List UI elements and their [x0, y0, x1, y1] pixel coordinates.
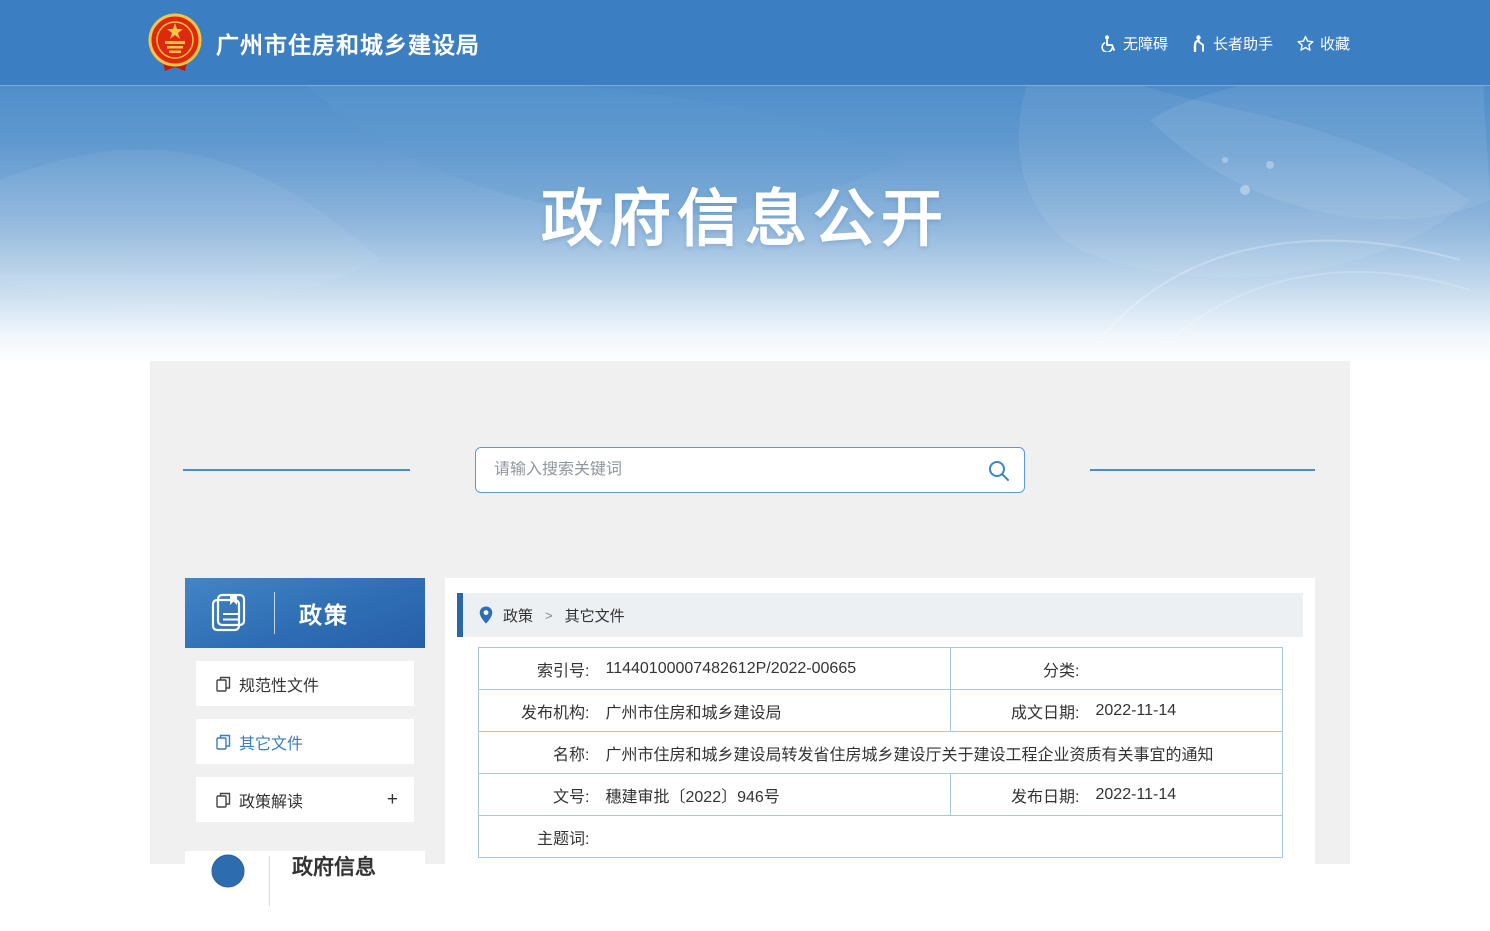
sidebar-policy-title: 政策: [299, 596, 349, 630]
sidebar-section-gov-info[interactable]: 政府信息: [185, 851, 425, 931]
search-left-divider: [183, 469, 410, 471]
accessibility-link[interactable]: 无障碍: [1100, 33, 1168, 54]
elder-person-icon: [1192, 35, 1207, 52]
publish-agency-label: 发布机构:: [479, 690, 596, 732]
elder-assist-label: 长者助手: [1213, 33, 1273, 54]
breadcrumb-root-link[interactable]: 政策: [503, 605, 533, 626]
breadcrumb: 政策 > 其它文件: [457, 593, 1303, 637]
table-row: 文号: 穗建审批〔2022〕946号 发布日期: 2022-11-14: [479, 774, 1283, 816]
doc-number-value: 穗建审批〔2022〕946号: [596, 774, 951, 816]
document-icon: [216, 734, 231, 750]
star-icon: [1297, 35, 1314, 52]
doc-name-value: 广州市住房和城乡建设局转发省住房城乡建设厅关于建设工程企业资质有关事宜的通知: [596, 732, 1283, 774]
gov-info-circle-icon: [211, 854, 245, 888]
publish-date-value: 2022-11-14: [1086, 774, 1283, 816]
top-bar: 广州市住房和城乡建设局 无障碍 长者助手: [0, 0, 1490, 86]
doc-number-label: 文号:: [479, 774, 596, 816]
table-row: 主题词:: [479, 816, 1283, 858]
subject-words-value: [596, 816, 1283, 858]
table-row: 发布机构: 广州市住房和城乡建设局 成文日期: 2022-11-14: [479, 690, 1283, 732]
search-input[interactable]: [494, 461, 987, 479]
national-emblem-logo: [148, 13, 202, 73]
index-number-label: 索引号:: [479, 648, 596, 690]
page-title: 政府信息公开: [0, 168, 1490, 258]
sidebar: 政策 规范性文件 其它文件 政策解读 +: [185, 578, 425, 931]
site-title: 广州市住房和城乡建设局: [216, 26, 480, 60]
content-panel: 政策 规范性文件 其它文件 政策解读 +: [150, 361, 1350, 864]
search-right-divider: [1090, 469, 1315, 471]
doc-name-label: 名称:: [479, 732, 596, 774]
sidebar-item-policy-interpretation[interactable]: 政策解读 +: [196, 777, 414, 822]
wheelchair-icon: [1100, 35, 1117, 52]
search-icon[interactable]: [987, 459, 1010, 482]
written-date-label: 成文日期:: [951, 690, 1086, 732]
location-pin-icon: [479, 606, 493, 624]
favorite-link[interactable]: 收藏: [1297, 33, 1350, 54]
expand-plus-icon[interactable]: +: [387, 789, 398, 811]
page-banner: 政府信息公开 广州市住房和城乡建设局: [0, 0, 1490, 361]
sidebar-item-label: 其它文件: [239, 730, 303, 754]
breadcrumb-current: 其它文件: [565, 605, 625, 626]
main-content: 政策 > 其它文件 索引号: 11440100007482612P/2022-0…: [445, 578, 1315, 878]
document-icon: [216, 792, 231, 808]
publish-date-label: 发布日期:: [951, 774, 1086, 816]
subject-words-label: 主题词:: [479, 816, 596, 858]
document-detail-table: 索引号: 11440100007482612P/2022-00665 分类: 发…: [478, 647, 1283, 858]
sidebar-item-label: 政策解读: [239, 788, 303, 812]
document-icon: [216, 676, 231, 692]
publish-agency-value: 广州市住房和城乡建设局: [596, 690, 951, 732]
favorite-label: 收藏: [1320, 33, 1350, 54]
sidebar-gov-info-title: 政府信息: [292, 855, 388, 881]
sidebar-item-label: 规范性文件: [239, 672, 319, 696]
category-value: [1086, 648, 1283, 690]
sidebar-item-other-docs[interactable]: 其它文件: [196, 719, 414, 764]
table-row: 索引号: 11440100007482612P/2022-00665 分类:: [479, 648, 1283, 690]
search-box: [475, 447, 1025, 493]
site-brand[interactable]: 广州市住房和城乡建设局: [148, 13, 480, 73]
elder-assist-link[interactable]: 长者助手: [1192, 33, 1273, 54]
index-number-value: 11440100007482612P/2022-00665: [596, 648, 951, 690]
written-date-value: 2022-11-14: [1086, 690, 1283, 732]
sidebar-item-normative-docs[interactable]: 规范性文件: [196, 661, 414, 706]
sidebar-section-policy[interactable]: 政策: [185, 578, 425, 648]
accessibility-label: 无障碍: [1123, 33, 1168, 54]
top-links: 无障碍 长者助手 收藏: [1100, 0, 1350, 86]
breadcrumb-separator: >: [545, 608, 553, 623]
category-label: 分类:: [951, 648, 1086, 690]
header-divider: [274, 592, 275, 634]
table-row: 名称: 广州市住房和城乡建设局转发省住房城乡建设厅关于建设工程企业资质有关事宜的…: [479, 732, 1283, 774]
book-icon: [210, 593, 248, 633]
